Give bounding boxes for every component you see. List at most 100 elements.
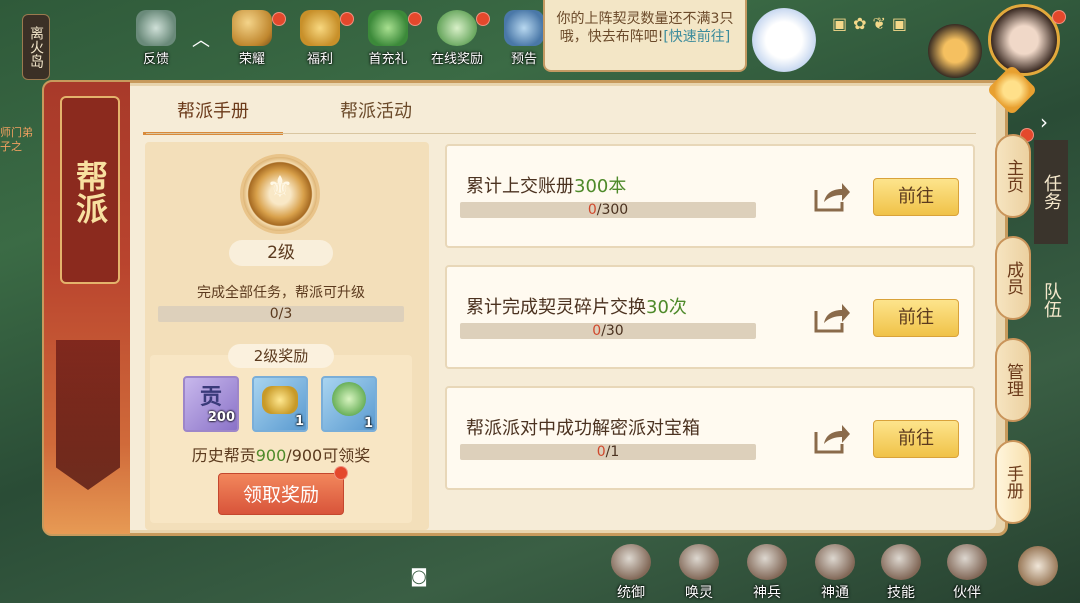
location-tab[interactable]: 离火岛 bbox=[22, 14, 50, 80]
bottom-icon-label: 技能 bbox=[887, 585, 915, 601]
task-progress-text: 0/300 bbox=[460, 202, 756, 218]
outer-tab-team[interactable]: 队伍 bbox=[1034, 268, 1068, 332]
task-progress-total: /300 bbox=[596, 202, 629, 218]
crown-icon bbox=[232, 10, 272, 46]
tabs-divider bbox=[146, 133, 976, 134]
flag-icon bbox=[947, 544, 987, 580]
bottom-icon-label: 伙伴 bbox=[953, 585, 981, 601]
task-title-text: 帮派派对中成功解密派对宝箱 bbox=[466, 418, 700, 439]
mask-icon bbox=[815, 544, 855, 580]
task-title: 帮派派对中成功解密派对宝箱 bbox=[466, 414, 700, 440]
bottom-icon-power[interactable]: 神通 bbox=[810, 544, 860, 601]
eye-icon bbox=[679, 544, 719, 580]
reward-item-gold-ingot[interactable]: 1 bbox=[252, 376, 308, 432]
coin-icon bbox=[437, 10, 477, 46]
chevron-right-icon[interactable]: › bbox=[1040, 110, 1064, 134]
top-icon-first-recharge[interactable]: 首充礼 bbox=[364, 10, 412, 70]
menu-flower-icon[interactable] bbox=[1018, 546, 1058, 586]
reward-item-count: 1 bbox=[294, 414, 304, 429]
level-up-description: 完成全部任务，帮派可升级 bbox=[197, 285, 365, 301]
task-progress-total: /30 bbox=[601, 323, 624, 339]
task-title-text: 累计完成契灵碎片交换 bbox=[466, 297, 646, 318]
guild-level: 2级 bbox=[229, 240, 333, 266]
top-icon-feedback[interactable]: 反馈 bbox=[132, 10, 180, 70]
gift-icon bbox=[300, 10, 340, 46]
reward-item-spirit-coin[interactable]: 1 bbox=[321, 376, 377, 432]
bottom-icon-summon[interactable]: 唤灵 bbox=[674, 544, 724, 601]
task-progress-total: /1 bbox=[605, 444, 620, 460]
history-suffix: 可领奖 bbox=[322, 446, 371, 465]
bottom-icon-weapon[interactable]: 神兵 bbox=[742, 544, 792, 601]
side-tab-members[interactable]: 成员 bbox=[995, 236, 1031, 320]
giftbox-icon bbox=[368, 10, 408, 46]
weapon-icon bbox=[747, 544, 787, 580]
task-progress-text: 0/30 bbox=[460, 323, 756, 339]
notification-dot bbox=[408, 12, 422, 26]
go-button[interactable]: 前往 bbox=[873, 420, 959, 458]
status-icons: ▣✿❦▣ bbox=[832, 14, 914, 33]
top-icon-welfare[interactable]: 福利 bbox=[296, 10, 344, 70]
tab-guild-activity[interactable]: 帮派活动 bbox=[306, 96, 446, 132]
formation-notice[interactable]: 你的上阵契灵数量还不满3只哦，快去布阵吧![快速前往] bbox=[543, 0, 747, 72]
task-progress-current: 0 bbox=[592, 323, 602, 339]
gold-ingot-icon bbox=[262, 386, 298, 414]
history-contribution: 历史帮贡900/900可领奖 bbox=[150, 442, 412, 466]
task-title: 累计上交账册300本 bbox=[466, 172, 626, 198]
bottom-icon-command[interactable]: 统御 bbox=[606, 544, 656, 601]
go-button[interactable]: 前往 bbox=[873, 299, 959, 337]
feedback-icon bbox=[136, 10, 176, 46]
notification-dot bbox=[272, 12, 286, 26]
reward-item-contribution[interactable]: 贡 200 bbox=[183, 376, 239, 432]
top-icon-label: 福利 bbox=[306, 52, 333, 67]
history-label: 历史帮贡 bbox=[191, 446, 256, 465]
share-icon[interactable] bbox=[812, 178, 852, 214]
top-icon-label: 首充礼 bbox=[368, 52, 408, 67]
share-icon[interactable] bbox=[812, 299, 852, 335]
task-progress-current: 0 bbox=[587, 202, 597, 218]
history-current: 900 bbox=[255, 446, 287, 465]
notice-link[interactable]: [快速前往] bbox=[663, 29, 730, 45]
side-tab-home[interactable]: 主页 bbox=[995, 134, 1031, 218]
reward-item-count: 1 bbox=[363, 416, 373, 431]
bottom-icon-label: 神通 bbox=[821, 585, 849, 601]
emblem-glyph: ⚜ bbox=[266, 170, 294, 205]
task-title-text: 累计上交账册 bbox=[466, 176, 574, 197]
top-icon-label: 在线奖励 bbox=[430, 52, 483, 67]
bottom-icon-partner[interactable]: 伙伴 bbox=[942, 544, 992, 601]
bottom-icon-skill[interactable]: 技能 bbox=[876, 544, 926, 601]
share-icon[interactable] bbox=[812, 420, 852, 456]
tiger-icon bbox=[611, 544, 651, 580]
claim-reward-button[interactable]: 领取奖励 bbox=[218, 473, 344, 515]
notification-dot bbox=[1052, 10, 1066, 24]
sword-icon bbox=[504, 10, 544, 46]
outer-tab-tasks[interactable]: 任务 bbox=[1034, 140, 1068, 244]
task-title-highlight: 30次 bbox=[646, 297, 687, 318]
top-icon-preview[interactable]: 预告 bbox=[500, 10, 548, 70]
history-total: /900 bbox=[286, 446, 323, 465]
reward-title: 2级奖励 bbox=[228, 344, 334, 368]
task-title: 累计完成契灵碎片交换30次 bbox=[466, 293, 687, 319]
go-button[interactable]: 前往 bbox=[873, 178, 959, 216]
notification-dot bbox=[334, 466, 348, 480]
camera-icon[interactable]: ◙ bbox=[404, 566, 434, 590]
pet-avatar[interactable] bbox=[928, 24, 982, 78]
bottom-icon-label: 神兵 bbox=[753, 585, 781, 601]
top-icon-label: 反馈 bbox=[142, 52, 169, 67]
panel-title: 帮派 bbox=[71, 160, 109, 224]
tab-guild-manual[interactable]: 帮派手册 bbox=[143, 96, 283, 135]
bottom-icon-label: 统御 bbox=[617, 585, 645, 601]
top-icon-label: 荣耀 bbox=[238, 52, 265, 67]
side-tab-manage[interactable]: 管理 bbox=[995, 338, 1031, 422]
task-progress-text: 0/1 bbox=[460, 444, 756, 460]
spirit-coin-icon bbox=[332, 382, 366, 416]
notification-dot bbox=[476, 12, 490, 26]
reward-item-count: 200 bbox=[207, 410, 235, 425]
notification-dot bbox=[340, 12, 354, 26]
player-avatar[interactable] bbox=[988, 4, 1060, 76]
top-icon-glory[interactable]: 荣耀 bbox=[228, 10, 276, 70]
scroll-icon bbox=[881, 544, 921, 580]
side-tab-manual[interactable]: 手册 bbox=[995, 440, 1031, 524]
world-chat-snippet: 师门弟子之 bbox=[0, 126, 33, 153]
mascot-icon[interactable] bbox=[752, 8, 816, 72]
collapse-arrow-icon[interactable]: ︿ bbox=[186, 26, 216, 51]
